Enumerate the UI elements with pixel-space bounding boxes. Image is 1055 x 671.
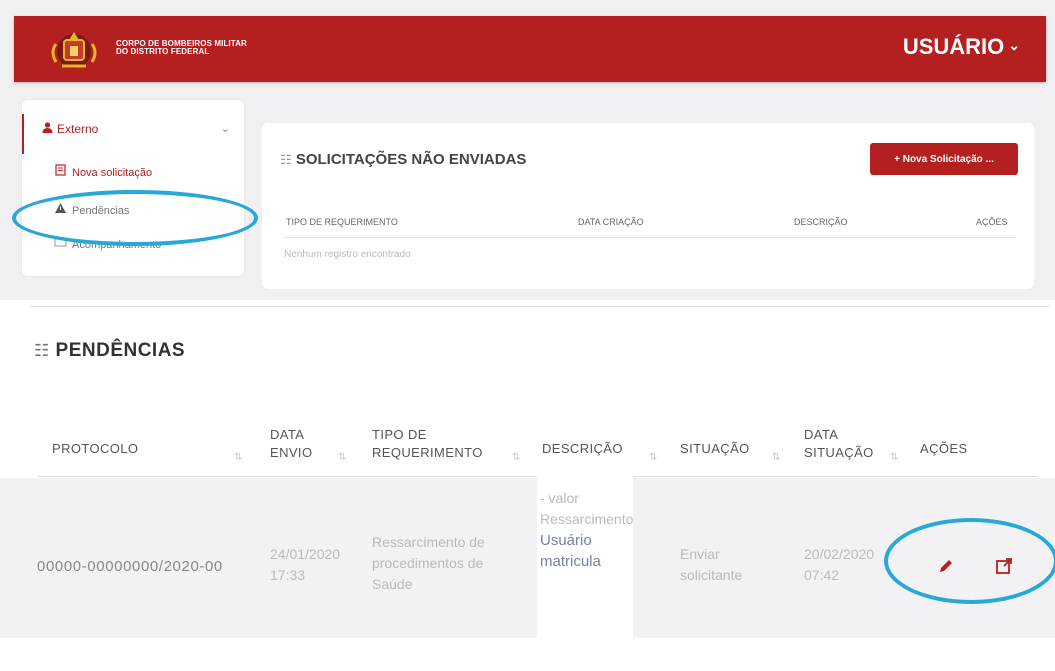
column-header-acoes: AÇÕES [920,441,968,456]
column-header-descricao[interactable]: DESCRIÇÃO [542,440,623,458]
cell-line: Enviar [680,546,720,562]
cell-line: Usuário [540,532,592,549]
sort-icon[interactable]: ⇅ [234,452,242,463]
header-line: TIPO DE [372,427,427,442]
column-header-data-envio[interactable]: DATA ENVIO [270,426,312,462]
app-header: CORPO DE BOMBEIROS MILITAR DO DISTRITO F… [14,16,1046,82]
empty-message: Nenhum registro encontrado [284,249,411,260]
header-line: ENVIO [270,445,313,460]
sort-icon[interactable]: ⇅ [772,452,780,463]
sidebar-item-nova-solicitacao[interactable]: Nova solicitação [54,164,152,179]
new-document-icon [54,164,68,179]
cell-tipo: Ressarcimento de procedimentos de Saúde [372,532,485,595]
warning-icon [54,202,68,217]
cell-descricao: - valor Ressarcimento Usuário matricula [540,488,633,572]
user-menu[interactable]: USUÁRIO ⌄ [903,34,1020,60]
card-title: ☷ SOLICITAÇÕES NÃO ENVIADAS [280,151,526,168]
sidebar-item-pendencias[interactable]: Pendências [54,202,130,217]
cell-line: Ressarcimento de [372,534,485,550]
nova-solicitacao-button[interactable]: + Nova Solicitação ... [870,143,1018,175]
sidebar: Externo ⌄ Nova solicitação Pendências Ac… [22,100,244,276]
header-line: SITUAÇÃO [804,445,874,460]
column-header-tipo[interactable]: TIPO DE REQUERIMENTO [372,426,483,462]
sort-icon[interactable]: ⇅ [649,452,657,463]
page-title-text: PENDÊNCIAS [55,340,186,361]
column-header[interactable]: TIPO DE REQUERIMENTO [286,217,398,227]
cell-data-envio: 24/01/2020 17:33 [270,544,340,586]
cell-data-situacao: 20/02/2020 07:42 [804,544,888,586]
page-title: ☷ PENDÊNCIAS [34,340,185,362]
cell-line: 17:33 [270,567,306,583]
cbmdf-emblem-icon[interactable] [48,24,100,74]
chevron-down-icon: ⌄ [1008,37,1020,53]
column-header[interactable]: AÇÕES [976,217,1008,227]
sidebar-group-label: Externo [57,122,99,136]
sidebar-item-label: Pendências [72,205,130,217]
cell-line: Saúde [372,576,413,592]
sidebar-group-externo[interactable]: Externo ⌄ [22,114,246,154]
header-line: DATA [270,427,305,442]
column-header-protocolo[interactable]: PROTOCOLO [52,440,138,458]
org-line-2: DO DISTRITO FEDERAL [116,47,210,56]
unsent-requests-card: ☷ SOLICITAÇÕES NÃO ENVIADAS + Nova Solic… [262,123,1034,289]
cell-line: solicitante [680,567,743,583]
organization-name: CORPO DE BOMBEIROS MILITAR DO DISTRITO F… [116,40,247,56]
cell-line: matricula [540,553,601,570]
header-line: REQUERIMENTO [372,445,483,460]
user-icon [42,122,53,136]
chevron-down-icon: ⌄ [220,123,230,135]
document-icon: ☷ [34,341,50,360]
cell-situacao: Enviar solicitante [680,544,742,586]
pencil-icon[interactable] [936,556,956,576]
cell-line: - valor [540,490,579,506]
sort-icon[interactable]: ⇅ [512,452,520,463]
cell-line: procedimentos de [372,555,484,571]
column-header-situacao[interactable]: SITUAÇÃO [680,440,750,458]
column-header[interactable]: DATA CRIAÇÃO [578,217,644,227]
sidebar-item-acompanhamento[interactable]: Acompanhamento [54,236,161,251]
section-divider [30,306,1050,307]
sidebar-item-label: Acompanhamento [72,239,162,251]
sort-icon[interactable]: ⇅ [890,452,898,463]
cell-line: 07:42 [804,567,840,583]
document-icon: ☷ [280,152,292,167]
user-label: USUÁRIO [902,34,1005,59]
header-line: DATA [804,427,839,442]
sidebar-item-label: Nova solicitação [72,167,153,179]
column-header-data-situacao[interactable]: DATA SITUAÇÃO [804,426,874,462]
table-divider [284,237,1016,238]
cell-protocolo: 00000-00000000/2020-00 [37,558,223,575]
folder-icon [54,236,68,251]
column-header[interactable]: DESCRIÇÃO [794,217,848,227]
sort-icon[interactable]: ⇅ [338,452,346,463]
cell-line: 20/02/2020 [804,546,875,562]
card-title-text: SOLICITAÇÕES NÃO ENVIADAS [295,151,527,168]
cell-line: Ressarcimento [540,511,634,527]
cell-line: 24/01/2020 [270,546,341,562]
external-link-icon[interactable] [994,556,1014,576]
